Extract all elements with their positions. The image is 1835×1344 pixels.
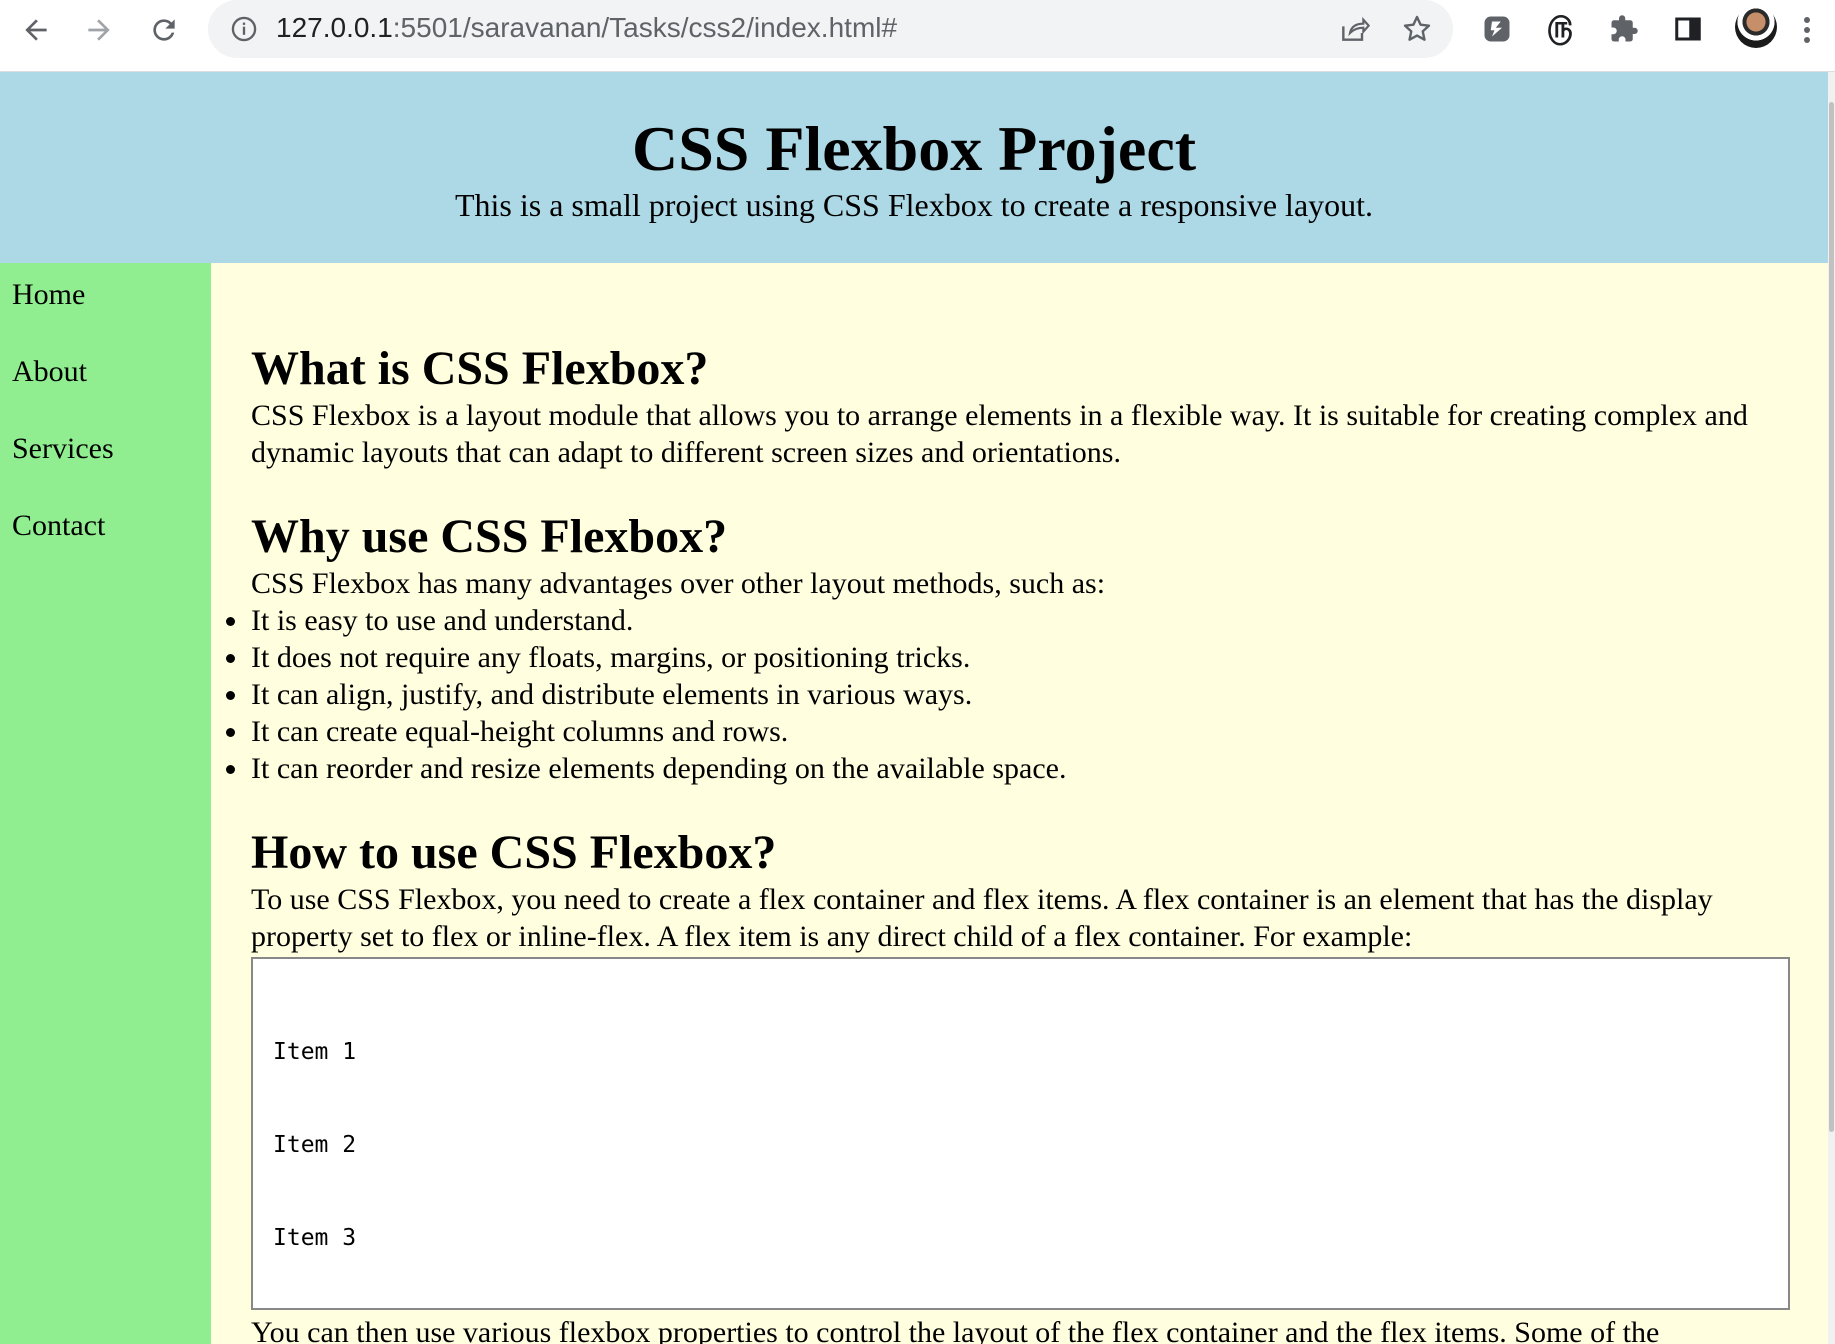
- advantages-list: It is easy to use and understand. It doe…: [225, 602, 1067, 787]
- section-text-after: You can then use various flexbox propert…: [251, 1316, 1660, 1344]
- reload-icon[interactable]: [142, 8, 186, 52]
- example-item: Item 3: [273, 1225, 357, 1251]
- list-item: It can reorder and resize elements depen…: [225, 752, 1067, 785]
- list-item: It does not require any floats, margins,…: [225, 639, 1066, 676]
- sidebar-item-services[interactable]: Services: [12, 432, 114, 466]
- address-bar[interactable]: 127.0.0.1:5501/saravanan/Tasks/css2/inde…: [208, 0, 1453, 58]
- site-header: CSS Flexbox Project This is a small proj…: [0, 72, 1828, 263]
- list-item: It can align, justify, and distribute el…: [225, 676, 1066, 713]
- url-text[interactable]: 127.0.0.1:5501/saravanan/Tasks/css2/inde…: [276, 12, 897, 44]
- list-item: It is easy to use and understand.: [225, 602, 1066, 639]
- forward-arrow-icon[interactable]: [77, 8, 121, 52]
- section-text-why: CSS Flexbox has many advantages over oth…: [251, 567, 1106, 600]
- example-item: Item 2: [273, 1132, 357, 1158]
- sidebar-nav: Home About Services Contact: [0, 263, 211, 1344]
- list-item: It can create equal-height columns and r…: [225, 713, 1066, 750]
- code-example-box: Item 1 Item 2 Item 3: [251, 957, 1790, 1310]
- extension-icon[interactable]: [1479, 11, 1515, 47]
- section-heading-what: What is CSS Flexbox?: [251, 342, 709, 395]
- section-heading-why: Why use CSS Flexbox?: [251, 510, 728, 563]
- profile-avatar[interactable]: [1735, 6, 1777, 48]
- page-viewport: CSS Flexbox Project This is a small proj…: [0, 72, 1828, 1344]
- side-panel-icon[interactable]: [1670, 11, 1706, 47]
- browser-toolbar: 127.0.0.1:5501/saravanan/Tasks/css2/inde…: [0, 0, 1835, 72]
- section-text-how: To use CSS Flexbox, you need to create a…: [251, 883, 1713, 953]
- back-arrow-icon[interactable]: [14, 8, 58, 52]
- extension-tamil-icon[interactable]: ௫: [1542, 10, 1578, 47]
- more-menu-icon[interactable]: [1797, 10, 1817, 50]
- share-icon[interactable]: [1338, 13, 1371, 45]
- sidebar-item-contact[interactable]: Contact: [12, 509, 105, 543]
- page-scrollbar[interactable]: [1828, 72, 1835, 1344]
- section-heading-how: How to use CSS Flexbox?: [251, 826, 777, 879]
- sidebar-item-home[interactable]: Home: [12, 278, 85, 312]
- extensions-puzzle-icon[interactable]: [1606, 11, 1642, 47]
- bookmark-star-icon[interactable]: [1401, 13, 1433, 45]
- page-title: CSS Flexbox Project: [631, 113, 1197, 184]
- main-content: What is CSS Flexbox? CSS Flexbox is a la…: [211, 263, 1828, 1344]
- example-item: Item 1: [273, 1039, 357, 1065]
- sidebar-item-about[interactable]: About: [12, 355, 87, 389]
- scrollbar-thumb[interactable]: [1829, 102, 1834, 1132]
- site-info-icon[interactable]: [230, 15, 258, 48]
- section-text-what: CSS Flexbox is a layout module that allo…: [251, 399, 1748, 469]
- page-subtitle: This is a small project using CSS Flexbo…: [454, 187, 1374, 223]
- url-path: :5501/saravanan/Tasks/css2/index.html#: [392, 12, 898, 43]
- url-host: 127.0.0.1: [276, 12, 393, 43]
